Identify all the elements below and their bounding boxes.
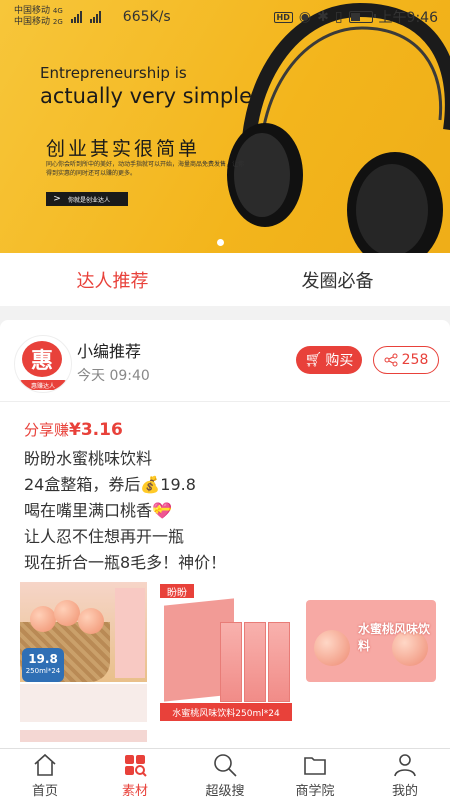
nav-material[interactable]: 素材: [90, 749, 180, 801]
nav-super-search[interactable]: 超级搜: [180, 749, 270, 801]
brand-logo: 盼盼: [160, 584, 194, 599]
share-count: 258: [401, 352, 429, 368]
product-photo-4[interactable]: [20, 730, 147, 742]
material-icon: [125, 754, 147, 777]
post-line: 盼盼水蜜桃味饮料: [24, 449, 153, 468]
arrow-right-icon: >: [53, 194, 61, 204]
buy-label: 购买: [325, 353, 354, 369]
folder-icon: [304, 756, 326, 775]
battery-icon: [348, 11, 376, 23]
nav-business-school[interactable]: 商学院: [270, 749, 360, 801]
banner-cta-label: 你就是创业达人: [68, 196, 111, 204]
tab-moments[interactable]: 发圈必备: [225, 253, 450, 306]
post-time: 今天 09:40: [77, 368, 150, 384]
eye-icon: ◉: [298, 9, 312, 25]
cart-icon: 🛒︎: [304, 352, 323, 368]
price-badge: 19.8 250ml*24: [22, 648, 64, 682]
product-label: 水蜜桃风味饮料: [358, 622, 431, 653]
product-strip: 水蜜桃风味饮料250ml*24: [160, 703, 292, 721]
post-line: 24盒整箱，券后💰19.8: [24, 475, 196, 494]
banner-description: 同心你会听到所中的美好，动动手指就可以开始，海量商品免费发售，让你得到实惠的同时…: [46, 161, 245, 177]
avatar[interactable]: 惠 惠赚达人: [14, 335, 72, 393]
search-icon: [214, 753, 237, 777]
hd-icon: HD: [273, 11, 293, 23]
network-speed: 665K/s: [122, 9, 171, 25]
signal-icon: [70, 11, 82, 23]
product-photo-2[interactable]: 盼盼 水蜜桃风味饮料250ml*24: [160, 582, 292, 722]
status-bar: 中国移动 4G 中国移动 2G 665K/s HD ◉ ✱ ▯ 上午9:46: [0, 0, 450, 34]
nav-home[interactable]: 首页: [0, 749, 90, 801]
post-line: 让人忍不住想再开一瓶: [24, 527, 185, 546]
buy-button[interactable]: 🛒︎ 购买: [296, 346, 362, 374]
post-line: 现在折合一瓶8毛多！神价！: [24, 553, 227, 572]
share-icon: [384, 353, 398, 367]
post-text: 盼盼水蜜桃味饮料 24盒整箱，券后💰19.8 喝在嘴里满口桃香💝 让人忍不住想再…: [24, 446, 226, 576]
bottom-nav: 首页 素材 超级搜 商学院 我的: [0, 748, 450, 801]
product-photo-1-detail[interactable]: [20, 684, 147, 722]
headphones-image: [227, 2, 450, 253]
carousel-indicator-dot[interactable]: [217, 239, 224, 246]
banner-headline-cn: 创业其实很简单: [46, 138, 201, 160]
banner-carousel[interactable]: Entrepreneurship is actually very simple…: [0, 0, 450, 253]
vibrate-icon: ▯: [334, 9, 343, 25]
nav-mine[interactable]: 我的: [360, 749, 450, 801]
share-earn: 分享赚¥3.16: [24, 420, 123, 440]
post-line: 喝在嘴里满口桃香💝: [24, 501, 172, 520]
banner-headline-en-1: Entrepreneurship is: [40, 64, 187, 82]
share-button[interactable]: 258: [373, 346, 439, 374]
tab-bar: 达人推荐 发圈必备: [0, 253, 450, 306]
clock: 上午9:46: [378, 10, 438, 26]
banner-headline-en-2: actually very simple: [40, 84, 252, 108]
bluetooth-icon: ✱: [317, 9, 329, 25]
carrier-labels: 中国移动 4G 中国移动 2G: [14, 6, 63, 27]
user-icon: [394, 753, 416, 776]
tab-recommend[interactable]: 达人推荐: [0, 253, 225, 306]
product-photo-3[interactable]: 水蜜桃风味饮料: [306, 600, 436, 682]
product-photo-1[interactable]: 19.8 250ml*24: [20, 582, 147, 682]
divider: [0, 401, 450, 402]
post-author: 小编推荐: [77, 342, 142, 361]
home-icon: [34, 753, 56, 776]
banner-cta-button[interactable]: > 你就是创业达人: [46, 192, 128, 206]
signal-icon: [89, 11, 101, 23]
post-photos: 19.8 250ml*24 盼盼 水蜜桃风味饮料250ml*24 水蜜桃风味饮料: [20, 582, 450, 742]
